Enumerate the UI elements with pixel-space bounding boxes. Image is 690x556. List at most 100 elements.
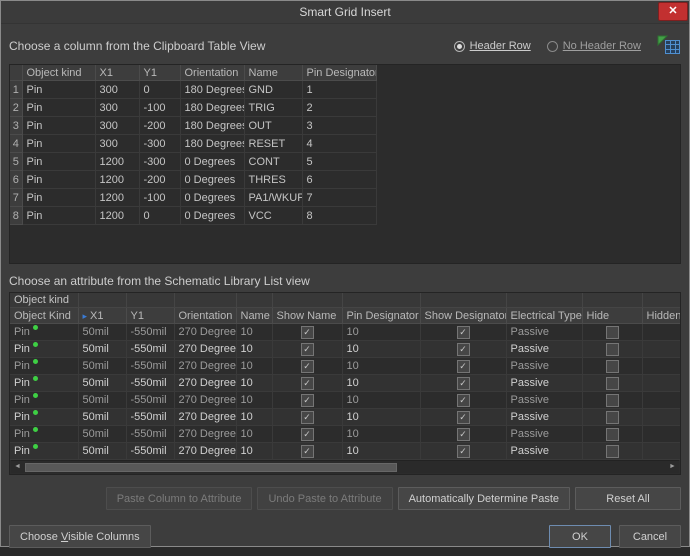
hide-checkbox[interactable] xyxy=(606,411,619,424)
cell[interactable]: 1200 xyxy=(95,207,139,225)
cell[interactable]: OUT xyxy=(244,117,302,135)
cell-orientation[interactable]: 270 Degrees xyxy=(174,443,236,460)
cell-electrical-type[interactable]: Passive xyxy=(506,341,582,358)
cell-x1[interactable]: 50mil xyxy=(78,443,126,460)
hide-checkbox[interactable] xyxy=(606,326,619,339)
cell[interactable]: 0 xyxy=(139,81,180,99)
table-row[interactable]: 2Pin300-100180 DegreesTRIG2 xyxy=(10,99,376,117)
group-header-cell[interactable]: Object kind xyxy=(10,293,78,308)
cell-pin-designator[interactable]: 10 xyxy=(342,324,420,341)
row-number[interactable]: 5 xyxy=(10,153,22,171)
show-designator-checkbox[interactable]: ✓ xyxy=(457,343,470,356)
show-name-checkbox[interactable]: ✓ xyxy=(301,326,314,339)
cell[interactable]: 4 xyxy=(302,135,376,153)
show-name-checkbox[interactable]: ✓ xyxy=(301,394,314,407)
cell[interactable]: RESET xyxy=(244,135,302,153)
cell-object-kind[interactable]: Pin xyxy=(10,375,78,392)
group-header-cell[interactable] xyxy=(506,293,582,308)
cell[interactable]: 180 Degrees xyxy=(180,81,244,99)
cell-name[interactable]: 10 xyxy=(236,426,272,443)
row-number[interactable]: 1 xyxy=(10,81,22,99)
cell-object-kind[interactable]: Pin xyxy=(10,341,78,358)
column-header[interactable]: Orientation xyxy=(174,308,236,324)
no-header-row-radio[interactable]: No Header Row xyxy=(547,40,641,52)
cell-hidden-net[interactable] xyxy=(642,443,681,460)
cell[interactable]: 0 Degrees xyxy=(180,207,244,225)
cell[interactable]: 0 Degrees xyxy=(180,171,244,189)
row-number[interactable]: 7 xyxy=(10,189,22,207)
show-name-checkbox[interactable]: ✓ xyxy=(301,377,314,390)
cell-show-designator[interactable]: ✓ xyxy=(420,392,506,409)
column-header[interactable]: Object Kind xyxy=(10,308,78,324)
cell-orientation[interactable]: 270 Degrees xyxy=(174,341,236,358)
group-header-cell[interactable] xyxy=(582,293,642,308)
cell-orientation[interactable]: 270 Degrees xyxy=(174,324,236,341)
cell-electrical-type[interactable]: Passive xyxy=(506,443,582,460)
cell-show-designator[interactable]: ✓ xyxy=(420,375,506,392)
show-name-checkbox[interactable]: ✓ xyxy=(301,360,314,373)
cell[interactable]: 0 Degrees xyxy=(180,189,244,207)
reset-all-button[interactable]: Reset All xyxy=(575,487,681,510)
scroll-right-icon[interactable]: ► xyxy=(666,461,679,473)
cell[interactable]: VCC xyxy=(244,207,302,225)
cell[interactable]: -300 xyxy=(139,135,180,153)
cell-name[interactable]: 10 xyxy=(236,443,272,460)
column-header[interactable]: Name xyxy=(244,65,302,81)
show-designator-checkbox[interactable]: ✓ xyxy=(457,428,470,441)
show-designator-checkbox[interactable]: ✓ xyxy=(457,445,470,458)
cell[interactable]: CONT xyxy=(244,153,302,171)
automatically-determine-paste-button[interactable]: Automatically Determine Paste xyxy=(398,487,570,510)
cell-x1[interactable]: 50mil xyxy=(78,426,126,443)
cell-show-name[interactable]: ✓ xyxy=(272,324,342,341)
group-header-cell[interactable] xyxy=(236,293,272,308)
titlebar[interactable]: Smart Grid Insert ✕ xyxy=(1,1,689,24)
hide-checkbox[interactable] xyxy=(606,377,619,390)
cell-hidden-net[interactable] xyxy=(642,358,681,375)
cell-x1[interactable]: 50mil xyxy=(78,358,126,375)
column-header[interactable]: Orientation xyxy=(180,65,244,81)
cell-y1[interactable]: -550mil xyxy=(126,409,174,426)
paste-column-to-attribute-button[interactable]: Paste Column to Attribute xyxy=(106,487,253,510)
cell-object-kind[interactable]: Pin xyxy=(10,358,78,375)
cell-show-designator[interactable]: ✓ xyxy=(420,409,506,426)
cell[interactable]: 6 xyxy=(302,171,376,189)
show-designator-checkbox[interactable]: ✓ xyxy=(457,394,470,407)
cell-object-kind[interactable]: Pin xyxy=(10,392,78,409)
cell[interactable]: 5 xyxy=(302,153,376,171)
cell-hidden-net[interactable] xyxy=(642,426,681,443)
column-header[interactable]: ▸X1 xyxy=(78,308,126,324)
cell-pin-designator[interactable]: 10 xyxy=(342,409,420,426)
hide-checkbox[interactable] xyxy=(606,394,619,407)
choose-visible-columns-button[interactable]: Choose Visible Columns xyxy=(9,525,151,548)
cell-object-kind[interactable]: Pin xyxy=(10,443,78,460)
cell[interactable]: 180 Degrees xyxy=(180,99,244,117)
table-row[interactable]: 5Pin1200-3000 DegreesCONT5 xyxy=(10,153,376,171)
cell[interactable]: 2 xyxy=(302,99,376,117)
cell[interactable]: 300 xyxy=(95,117,139,135)
cell[interactable]: 180 Degrees xyxy=(180,117,244,135)
table-row[interactable]: 7Pin1200-1000 DegreesPA1/WKUP7 xyxy=(10,189,376,207)
cell-x1[interactable]: 50mil xyxy=(78,341,126,358)
cell-object-kind[interactable]: Pin xyxy=(10,426,78,443)
cell-x1[interactable]: 50mil xyxy=(78,375,126,392)
group-header-cell[interactable] xyxy=(420,293,506,308)
hide-checkbox[interactable] xyxy=(606,428,619,441)
show-designator-checkbox[interactable]: ✓ xyxy=(457,377,470,390)
row-number[interactable]: 6 xyxy=(10,171,22,189)
cell-name[interactable]: 10 xyxy=(236,375,272,392)
show-name-checkbox[interactable]: ✓ xyxy=(301,428,314,441)
table-row[interactable]: 3Pin300-200180 DegreesOUT3 xyxy=(10,117,376,135)
cell-y1[interactable]: -550mil xyxy=(126,358,174,375)
cell-hide[interactable] xyxy=(582,324,642,341)
cell-show-name[interactable]: ✓ xyxy=(272,426,342,443)
cell-hidden-net[interactable] xyxy=(642,324,681,341)
cell-show-designator[interactable]: ✓ xyxy=(420,443,506,460)
table-row[interactable]: Pin50mil-550mil270 Degrees10✓10✓Passive xyxy=(10,341,681,358)
ok-button[interactable]: OK xyxy=(549,525,611,548)
cell[interactable]: Pin xyxy=(22,207,95,225)
column-header[interactable]: Y1 xyxy=(126,308,174,324)
row-number[interactable]: 8 xyxy=(10,207,22,225)
table-row[interactable]: Pin50mil-550mil270 Degrees10✓10✓Passive xyxy=(10,426,681,443)
table-row[interactable]: 8Pin120000 DegreesVCC8 xyxy=(10,207,376,225)
cell-hide[interactable] xyxy=(582,358,642,375)
